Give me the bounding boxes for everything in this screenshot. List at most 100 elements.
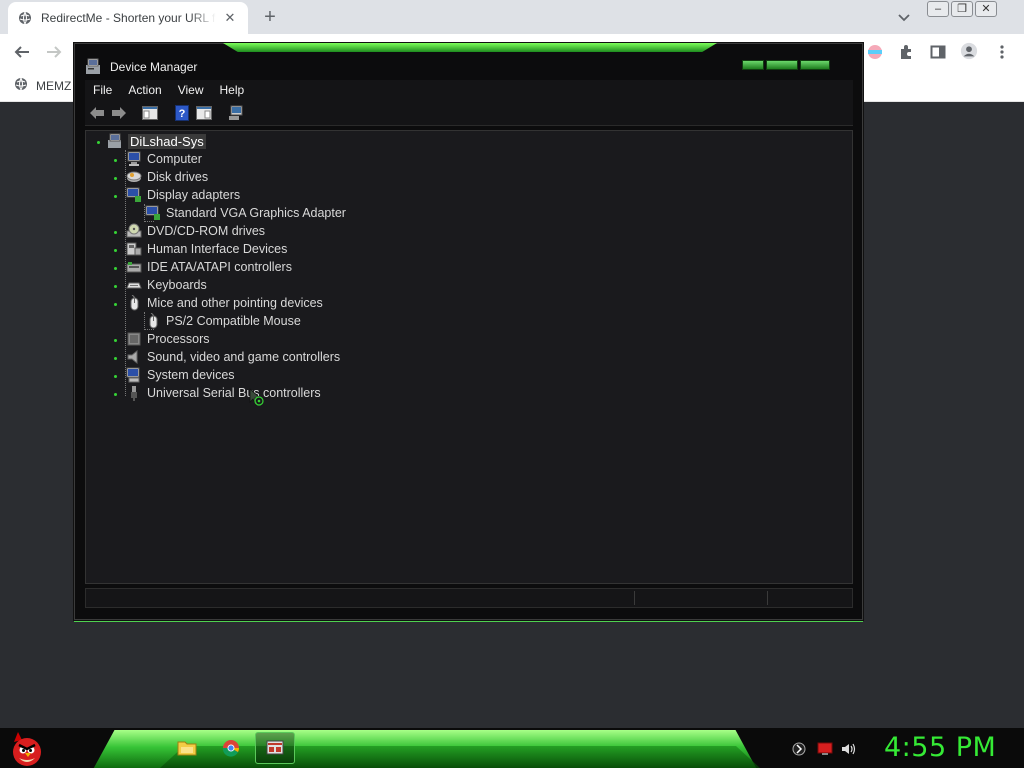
start-button-angry-bird-icon[interactable] — [8, 730, 46, 768]
tree-item-label: System devices — [147, 368, 235, 382]
new-tab-button[interactable]: + — [259, 7, 281, 27]
expand-bullet[interactable] — [114, 267, 117, 270]
expand-bullet[interactable] — [114, 177, 117, 180]
close-button[interactable] — [800, 60, 830, 70]
menu-view[interactable]: View — [170, 83, 212, 97]
expand-bullet[interactable] — [114, 339, 117, 342]
tree-item-label: Universal Serial Bus controllers — [147, 386, 321, 400]
tree-item-ide-controllers[interactable]: IDE ATA/ATAPI controllers — [126, 258, 292, 276]
device-manager-window: Device Manager File Action View Help ? D… — [74, 43, 863, 620]
taskbar-file-explorer-button[interactable] — [167, 732, 207, 764]
profile-avatar-icon[interactable] — [960, 42, 978, 60]
menu-help[interactable]: Help — [212, 83, 253, 97]
device-manager-icon — [85, 57, 103, 75]
device-tree: DiLshad-Sys Computer Disk drives Display… — [85, 130, 853, 584]
expand-bullet[interactable] — [114, 195, 117, 198]
expand-bullet[interactable] — [114, 375, 117, 378]
folder-icon — [177, 741, 197, 756]
tray-network-alert-icon[interactable] — [816, 740, 834, 758]
forward-icon[interactable] — [44, 43, 64, 61]
minimize-button[interactable]: ‒ — [927, 1, 949, 17]
back-icon[interactable] — [12, 43, 32, 61]
expand-bullet[interactable] — [114, 285, 117, 288]
tree-item-hid[interactable]: Human Interface Devices — [126, 240, 287, 258]
tree-item-usb-controllers[interactable]: Universal Serial Bus controllers — [126, 384, 321, 402]
tree-item-label: IDE ATA/ATAPI controllers — [147, 260, 292, 274]
browser-tab[interactable]: RedirectMe - Shorten your URL f ✕ — [8, 2, 248, 34]
properties-icon[interactable] — [195, 104, 213, 122]
tree-item-label: Processors — [147, 332, 210, 346]
window-controls: ‒ ❐ ✕ — [927, 1, 997, 17]
expand-bullet[interactable] — [114, 231, 117, 234]
tree-item-sound[interactable]: Sound, video and game controllers — [126, 348, 340, 366]
show-hide-console-tree-icon[interactable] — [141, 104, 159, 122]
close-button[interactable]: ✕ — [975, 1, 997, 17]
tree-item-system-devices[interactable]: System devices — [126, 366, 235, 384]
tree-item-label: Computer — [147, 152, 202, 166]
tray-app-icon[interactable] — [790, 740, 808, 758]
expand-bullet[interactable] — [114, 393, 117, 396]
mouse-icon — [130, 295, 139, 311]
tree-item-label: DVD/CD-ROM drives — [147, 224, 266, 238]
tree-item-computer[interactable]: Computer — [126, 150, 202, 168]
tab-title: RedirectMe - Shorten your URL f — [41, 11, 216, 25]
tree-item-label: Sound, video and game controllers — [147, 350, 341, 364]
taskbar-clock[interactable]: 4:55 PM — [884, 732, 996, 763]
tree-item-display-adapters[interactable]: Display adapters — [126, 186, 240, 204]
tree-item-keyboards[interactable]: Keyboards — [126, 276, 207, 294]
ide-controller-icon — [126, 262, 142, 273]
tree-item-disk-drives[interactable]: Disk drives — [126, 168, 208, 186]
extension-flag-icon[interactable] — [866, 43, 884, 61]
tree-item-label: Display adapters — [147, 188, 241, 202]
window-titlebar[interactable]: Device Manager — [75, 52, 862, 80]
status-bar — [85, 588, 853, 608]
expand-bullet[interactable] — [97, 141, 100, 144]
chrome-icon — [222, 740, 240, 757]
processor-icon — [127, 332, 141, 346]
menu-bar: File Action View Help — [85, 80, 853, 100]
tree-root-label: DiLshad-Sys — [128, 133, 206, 149]
tree-root[interactable]: DiLshad-Sys — [107, 132, 206, 150]
menu-action[interactable]: Action — [120, 83, 169, 97]
tree-item-label: Mice and other pointing devices — [147, 296, 323, 310]
expand-bullet[interactable] — [114, 303, 117, 306]
help-icon[interactable]: ? — [173, 104, 191, 122]
tree-item-processors[interactable]: Processors — [126, 330, 210, 348]
expand-bullet[interactable] — [114, 249, 117, 252]
computer-icon — [108, 133, 121, 148]
forward-icon[interactable] — [110, 104, 128, 122]
tree-item-mice[interactable]: Mice and other pointing devices — [126, 294, 323, 312]
tree-item-label: Keyboards — [147, 278, 207, 292]
keyboard-icon — [126, 282, 142, 289]
restore-button[interactable]: ❐ — [951, 1, 973, 17]
close-tab-icon[interactable]: ✕ — [222, 10, 238, 26]
maximize-button[interactable] — [766, 60, 798, 70]
system-device-icon — [126, 367, 140, 383]
menu-file[interactable]: File — [85, 83, 120, 97]
tree-item-label: PS/2 Compatible Mouse — [166, 314, 301, 328]
disk-drive-icon — [126, 171, 142, 182]
tab-search-icon[interactable] — [896, 9, 912, 25]
tree-item-dvd-drives[interactable]: DVD/CD-ROM drives — [126, 222, 265, 240]
scan-hardware-icon[interactable] — [227, 104, 245, 122]
back-icon[interactable] — [88, 104, 106, 122]
tree-item-standard-vga[interactable]: Standard VGA Graphics Adapter — [145, 204, 346, 222]
taskbar-chrome-button[interactable] — [211, 732, 251, 764]
bookmark-label: MEMZ — [36, 78, 72, 93]
more-menu-icon[interactable] — [993, 43, 1011, 61]
tray-volume-icon[interactable] — [840, 740, 858, 758]
extensions-puzzle-icon[interactable] — [897, 43, 915, 61]
dvd-drive-icon — [126, 223, 142, 238]
status-separator — [767, 591, 768, 605]
tree-item-ps2-mouse[interactable]: PS/2 Compatible Mouse — [145, 312, 301, 330]
taskbar-device-manager-button[interactable] — [255, 732, 295, 764]
expand-bullet[interactable] — [114, 159, 117, 162]
side-panel-icon[interactable] — [929, 43, 947, 61]
computer-icon — [127, 151, 141, 166]
mouse-cursor-icon — [249, 388, 267, 413]
browser-tab-strip: RedirectMe - Shorten your URL f ✕ + ‒ ❐ … — [0, 0, 1024, 34]
expand-bullet[interactable] — [114, 357, 117, 360]
bookmark-item[interactable]: MEMZ — [14, 77, 71, 94]
minimize-button[interactable] — [742, 60, 764, 70]
status-separator — [634, 591, 635, 605]
